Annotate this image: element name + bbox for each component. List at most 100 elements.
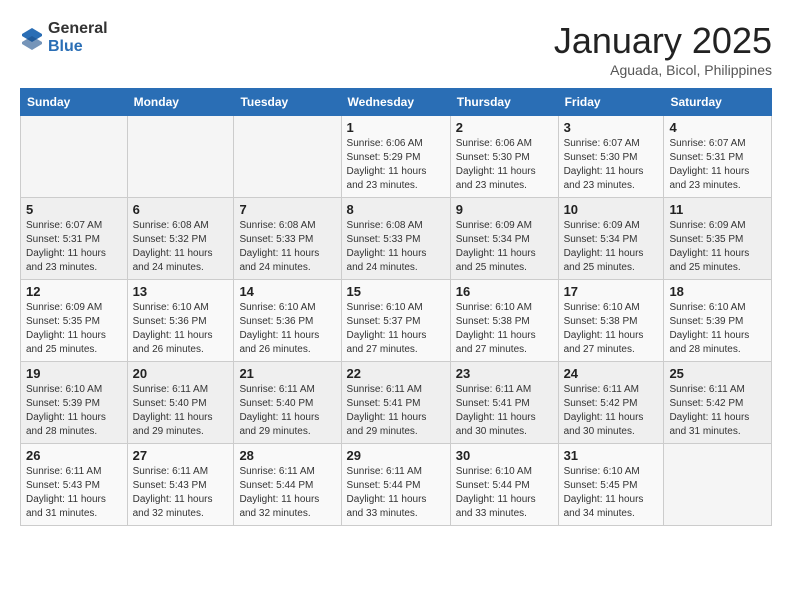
day-info: Sunrise: 6:10 AM Sunset: 5:45 PM Dayligh…	[564, 465, 659, 521]
page-header: General Blue January 2025 Aguada, Bicol,…	[20, 20, 772, 78]
logo-icon	[20, 26, 44, 50]
day-number: 24	[564, 366, 659, 381]
calendar-cell: 8Sunrise: 6:08 AM Sunset: 5:33 PM Daylig…	[341, 198, 450, 280]
calendar-cell: 25 Sunrise: 6:11 AM Sunset: 5:42 PM Dayli…	[664, 362, 772, 444]
day-number: 1	[347, 120, 445, 135]
calendar-cell: 6 Sunrise: 6:08 AM Sunset: 5:32 PM Daylig…	[127, 198, 234, 280]
day-number: 11	[669, 202, 766, 217]
day-info: Sunrise: 6:09 AM Sunset: 5:35 PM Dayligh…	[26, 301, 122, 357]
day-info: Sunrise: 6:06 AM Sunset: 5:29 PM Dayligh…	[347, 137, 445, 193]
day-info: Sunrise: 6:11 AM Sunset: 5:42 PM Dayligh…	[564, 383, 659, 439]
day-info: Sunrise: 6:10 AM Sunset: 5:39 PM Dayligh…	[669, 301, 766, 357]
day-info: Sunrise: 6:11 AM Sunset: 5:40 PM Dayligh…	[239, 383, 335, 439]
day-number: 22	[347, 366, 445, 381]
weekday-header-cell: Sunday	[21, 89, 128, 116]
month-title: January 2025	[554, 20, 772, 62]
day-number: 6	[133, 202, 229, 217]
day-info: Sunrise: 6:10 AM Sunset: 5:36 PM Dayligh…	[133, 301, 229, 357]
day-number: 14	[239, 284, 335, 299]
logo: General Blue	[20, 20, 108, 55]
calendar-cell: 29 Sunrise: 6:11 AM Sunset: 5:44 PM Dayli…	[341, 444, 450, 526]
day-info: Sunrise: 6:11 AM Sunset: 5:41 PM Dayligh…	[347, 383, 445, 439]
calendar-cell: 4Sunrise: 6:07 AM Sunset: 5:31 PM Daylig…	[664, 116, 772, 198]
day-info: Sunrise: 6:11 AM Sunset: 5:44 PM Dayligh…	[239, 465, 335, 521]
calendar-cell: 3 Sunrise: 6:07 AM Sunset: 5:30 PM Daylig…	[558, 116, 664, 198]
day-info: Sunrise: 6:11 AM Sunset: 5:40 PM Dayligh…	[133, 383, 229, 439]
logo-line2: Blue	[48, 38, 108, 56]
day-info: Sunrise: 6:09 AM Sunset: 5:34 PM Dayligh…	[564, 219, 659, 275]
weekday-header-cell: Thursday	[450, 89, 558, 116]
calendar-cell: 20 Sunrise: 6:11 AM Sunset: 5:40 PM Dayli…	[127, 362, 234, 444]
weekday-header-cell: Monday	[127, 89, 234, 116]
weekday-header-cell: Tuesday	[234, 89, 341, 116]
day-number: 13	[133, 284, 229, 299]
day-info: Sunrise: 6:10 AM Sunset: 5:39 PM Dayligh…	[26, 383, 122, 439]
calendar-cell: 31 Sunrise: 6:10 AM Sunset: 5:45 PM Dayli…	[558, 444, 664, 526]
day-number: 29	[347, 448, 445, 463]
day-info: Sunrise: 6:11 AM Sunset: 5:43 PM Dayligh…	[26, 465, 122, 521]
day-number: 28	[239, 448, 335, 463]
weekday-header-cell: Wednesday	[341, 89, 450, 116]
day-info: Sunrise: 6:08 AM Sunset: 5:33 PM Dayligh…	[239, 219, 335, 275]
day-number: 20	[133, 366, 229, 381]
calendar-cell: 15 Sunrise: 6:10 AM Sunset: 5:37 PM Dayli…	[341, 280, 450, 362]
calendar-cell: 11 Sunrise: 6:09 AM Sunset: 5:35 PM Dayli…	[664, 198, 772, 280]
day-number: 7	[239, 202, 335, 217]
location: Aguada, Bicol, Philippines	[554, 62, 772, 78]
day-number: 5	[26, 202, 122, 217]
title-block: January 2025 Aguada, Bicol, Philippines	[554, 20, 772, 78]
day-number: 10	[564, 202, 659, 217]
day-info: Sunrise: 6:06 AM Sunset: 5:30 PM Dayligh…	[456, 137, 553, 193]
day-number: 8	[347, 202, 445, 217]
logo-line1: General	[48, 20, 108, 38]
day-number: 3	[564, 120, 659, 135]
day-info: Sunrise: 6:11 AM Sunset: 5:44 PM Dayligh…	[347, 465, 445, 521]
day-info: Sunrise: 6:07 AM Sunset: 5:31 PM Dayligh…	[669, 137, 766, 193]
day-number: 19	[26, 366, 122, 381]
calendar-cell: 17Sunrise: 6:10 AM Sunset: 5:38 PM Dayli…	[558, 280, 664, 362]
calendar-week-row: 12Sunrise: 6:09 AM Sunset: 5:35 PM Dayli…	[21, 280, 772, 362]
day-info: Sunrise: 6:07 AM Sunset: 5:30 PM Dayligh…	[564, 137, 659, 193]
calendar-cell: 16Sunrise: 6:10 AM Sunset: 5:38 PM Dayli…	[450, 280, 558, 362]
day-info: Sunrise: 6:11 AM Sunset: 5:42 PM Dayligh…	[669, 383, 766, 439]
calendar-cell: 12Sunrise: 6:09 AM Sunset: 5:35 PM Dayli…	[21, 280, 128, 362]
calendar-week-row: 26 Sunrise: 6:11 AM Sunset: 5:43 PM Dayli…	[21, 444, 772, 526]
day-info: Sunrise: 6:07 AM Sunset: 5:31 PM Dayligh…	[26, 219, 122, 275]
day-info: Sunrise: 6:09 AM Sunset: 5:34 PM Dayligh…	[456, 219, 553, 275]
logo-text: General Blue	[48, 20, 108, 55]
calendar-week-row: 1 Sunrise: 6:06 AM Sunset: 5:29 PM Daylig…	[21, 116, 772, 198]
day-number: 17	[564, 284, 659, 299]
day-number: 23	[456, 366, 553, 381]
calendar-cell: 30Sunrise: 6:10 AM Sunset: 5:44 PM Dayli…	[450, 444, 558, 526]
calendar-cell: 27Sunrise: 6:11 AM Sunset: 5:43 PM Dayli…	[127, 444, 234, 526]
calendar-cell: 7 Sunrise: 6:08 AM Sunset: 5:33 PM Daylig…	[234, 198, 341, 280]
weekday-header-cell: Saturday	[664, 89, 772, 116]
calendar-week-row: 5 Sunrise: 6:07 AM Sunset: 5:31 PM Daylig…	[21, 198, 772, 280]
day-number: 27	[133, 448, 229, 463]
weekday-header-row: SundayMondayTuesdayWednesdayThursdayFrid…	[21, 89, 772, 116]
day-number: 25	[669, 366, 766, 381]
day-info: Sunrise: 6:09 AM Sunset: 5:35 PM Dayligh…	[669, 219, 766, 275]
day-number: 31	[564, 448, 659, 463]
calendar-cell	[127, 116, 234, 198]
calendar-cell: 26 Sunrise: 6:11 AM Sunset: 5:43 PM Dayli…	[21, 444, 128, 526]
day-number: 16	[456, 284, 553, 299]
calendar-cell: 13 Sunrise: 6:10 AM Sunset: 5:36 PM Dayli…	[127, 280, 234, 362]
calendar-cell: 1 Sunrise: 6:06 AM Sunset: 5:29 PM Daylig…	[341, 116, 450, 198]
day-info: Sunrise: 6:11 AM Sunset: 5:41 PM Dayligh…	[456, 383, 553, 439]
calendar-cell: 18 Sunrise: 6:10 AM Sunset: 5:39 PM Dayli…	[664, 280, 772, 362]
day-info: Sunrise: 6:08 AM Sunset: 5:32 PM Dayligh…	[133, 219, 229, 275]
day-number: 9	[456, 202, 553, 217]
calendar-cell: 2Sunrise: 6:06 AM Sunset: 5:30 PM Daylig…	[450, 116, 558, 198]
day-info: Sunrise: 6:10 AM Sunset: 5:37 PM Dayligh…	[347, 301, 445, 357]
calendar-cell: 10 Sunrise: 6:09 AM Sunset: 5:34 PM Dayli…	[558, 198, 664, 280]
calendar-week-row: 19 Sunrise: 6:10 AM Sunset: 5:39 PM Dayli…	[21, 362, 772, 444]
day-number: 18	[669, 284, 766, 299]
calendar-cell: 22 Sunrise: 6:11 AM Sunset: 5:41 PM Dayli…	[341, 362, 450, 444]
calendar-cell: 9 Sunrise: 6:09 AM Sunset: 5:34 PM Daylig…	[450, 198, 558, 280]
calendar-cell	[664, 444, 772, 526]
weekday-header-cell: Friday	[558, 89, 664, 116]
calendar-cell: 5 Sunrise: 6:07 AM Sunset: 5:31 PM Daylig…	[21, 198, 128, 280]
day-number: 15	[347, 284, 445, 299]
day-number: 26	[26, 448, 122, 463]
